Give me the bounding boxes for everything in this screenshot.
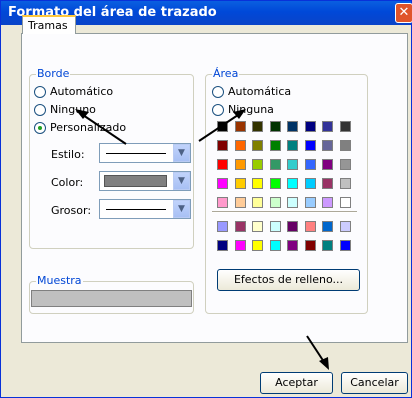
chevron-down-icon[interactable]: ▼: [173, 172, 190, 190]
chevron-down-icon[interactable]: ▼: [173, 200, 190, 218]
color-swatch[interactable]: [339, 121, 351, 132]
accept-button[interactable]: Aceptar: [260, 372, 333, 394]
fill-effects-button[interactable]: Efectos de relleno...: [217, 269, 360, 291]
color-swatch[interactable]: [322, 159, 333, 170]
color-swatch[interactable]: [287, 121, 298, 132]
color-swatch[interactable]: [269, 121, 281, 132]
borde-radio-personalizado[interactable]: Personalizado: [34, 121, 126, 134]
close-icon[interactable]: ✕: [395, 3, 412, 23]
cancel-button[interactable]: Cancelar: [341, 372, 408, 394]
sample-preview: [31, 290, 192, 307]
radio-selected-icon: [34, 121, 46, 134]
color-swatch[interactable]: [269, 178, 281, 189]
color-swatch[interactable]: [304, 140, 316, 151]
color-swatch[interactable]: [252, 240, 263, 251]
area-radio-automatica[interactable]: Automática: [212, 85, 291, 98]
color-swatch[interactable]: [339, 240, 351, 251]
color-swatch[interactable]: [234, 140, 246, 151]
color-swatch[interactable]: [252, 197, 263, 208]
color-swatch[interactable]: [217, 140, 228, 151]
radio-icon: [212, 103, 224, 116]
radio-label: Ninguno: [50, 103, 96, 116]
palette-separator: [212, 211, 357, 213]
color-swatch[interactable]: [217, 221, 228, 232]
radio-label: Automática: [228, 85, 292, 98]
color-swatch[interactable]: [234, 159, 246, 170]
color-swatch[interactable]: [234, 221, 246, 232]
color-swatch[interactable]: [217, 159, 228, 170]
color-swatch[interactable]: [322, 240, 333, 251]
color-swatch[interactable]: [339, 140, 351, 151]
color-swatch[interactable]: [217, 121, 228, 132]
dialog-window: Formato del área de trazado ✕ Tramas Bor…: [0, 0, 412, 398]
grosor-select[interactable]: ▼: [99, 199, 191, 219]
borde-legend: Borde: [36, 67, 71, 80]
color-select[interactable]: ▼: [99, 171, 191, 191]
borde-radio-ninguno[interactable]: Ninguno: [34, 103, 96, 116]
color-swatch[interactable]: [217, 197, 228, 208]
borde-radio-automatico[interactable]: Automático: [34, 85, 113, 98]
color-swatch[interactable]: [339, 221, 351, 232]
color-swatch[interactable]: [339, 197, 351, 208]
line-weight-preview: [106, 209, 166, 210]
grosor-label: Grosor:: [51, 204, 92, 217]
color-swatch[interactable]: [217, 178, 228, 189]
color-label: Color:: [51, 176, 84, 189]
color-swatch[interactable]: [287, 178, 298, 189]
color-swatch[interactable]: [287, 140, 298, 151]
chevron-down-icon[interactable]: ▼: [173, 144, 190, 162]
tab-label: Tramas: [28, 19, 68, 32]
color-preview: [104, 175, 167, 187]
color-swatch[interactable]: [234, 197, 246, 208]
color-swatch[interactable]: [339, 159, 351, 170]
estilo-label: Estilo:: [51, 148, 85, 161]
color-swatch[interactable]: [304, 159, 316, 170]
color-swatch[interactable]: [304, 121, 316, 132]
color-swatch[interactable]: [252, 121, 263, 132]
color-swatch[interactable]: [322, 178, 333, 189]
color-swatch[interactable]: [322, 121, 333, 132]
color-swatch[interactable]: [304, 197, 316, 208]
color-swatch[interactable]: [287, 159, 298, 170]
radio-label: Ninguna: [228, 103, 274, 116]
tab-tramas[interactable]: Tramas: [22, 15, 76, 34]
arrow-head: [319, 357, 329, 370]
color-swatch[interactable]: [234, 178, 246, 189]
color-swatch[interactable]: [339, 178, 351, 189]
color-swatch[interactable]: [304, 178, 316, 189]
area-legend: Área: [212, 67, 240, 80]
color-swatch[interactable]: [304, 240, 316, 251]
line-style-preview: [106, 153, 166, 154]
radio-icon: [34, 103, 46, 116]
color-swatch[interactable]: [322, 140, 333, 151]
radio-icon: [212, 85, 224, 98]
radio-label: Automático: [50, 85, 114, 98]
color-swatch[interactable]: [269, 140, 281, 151]
color-swatch[interactable]: [269, 159, 281, 170]
color-swatch[interactable]: [269, 221, 281, 232]
color-swatch[interactable]: [252, 140, 263, 151]
color-swatch[interactable]: [287, 240, 298, 251]
color-swatch[interactable]: [269, 240, 281, 251]
color-swatch[interactable]: [252, 159, 263, 170]
area-radio-ninguna[interactable]: Ninguna: [212, 103, 274, 116]
color-swatch[interactable]: [252, 178, 263, 189]
muestra-legend: Muestra: [36, 274, 83, 287]
color-swatch[interactable]: [252, 221, 263, 232]
estilo-select[interactable]: ▼: [99, 143, 191, 163]
radio-icon: [34, 85, 46, 98]
color-swatch[interactable]: [234, 240, 246, 251]
color-swatch[interactable]: [234, 121, 246, 132]
color-swatch[interactable]: [322, 221, 333, 232]
color-swatch[interactable]: [269, 197, 281, 208]
color-swatch[interactable]: [217, 240, 228, 251]
color-swatch[interactable]: [304, 221, 316, 232]
color-swatch[interactable]: [287, 197, 298, 208]
radio-label: Personalizado: [50, 121, 127, 134]
color-swatch[interactable]: [322, 197, 333, 208]
color-swatch[interactable]: [287, 221, 298, 232]
